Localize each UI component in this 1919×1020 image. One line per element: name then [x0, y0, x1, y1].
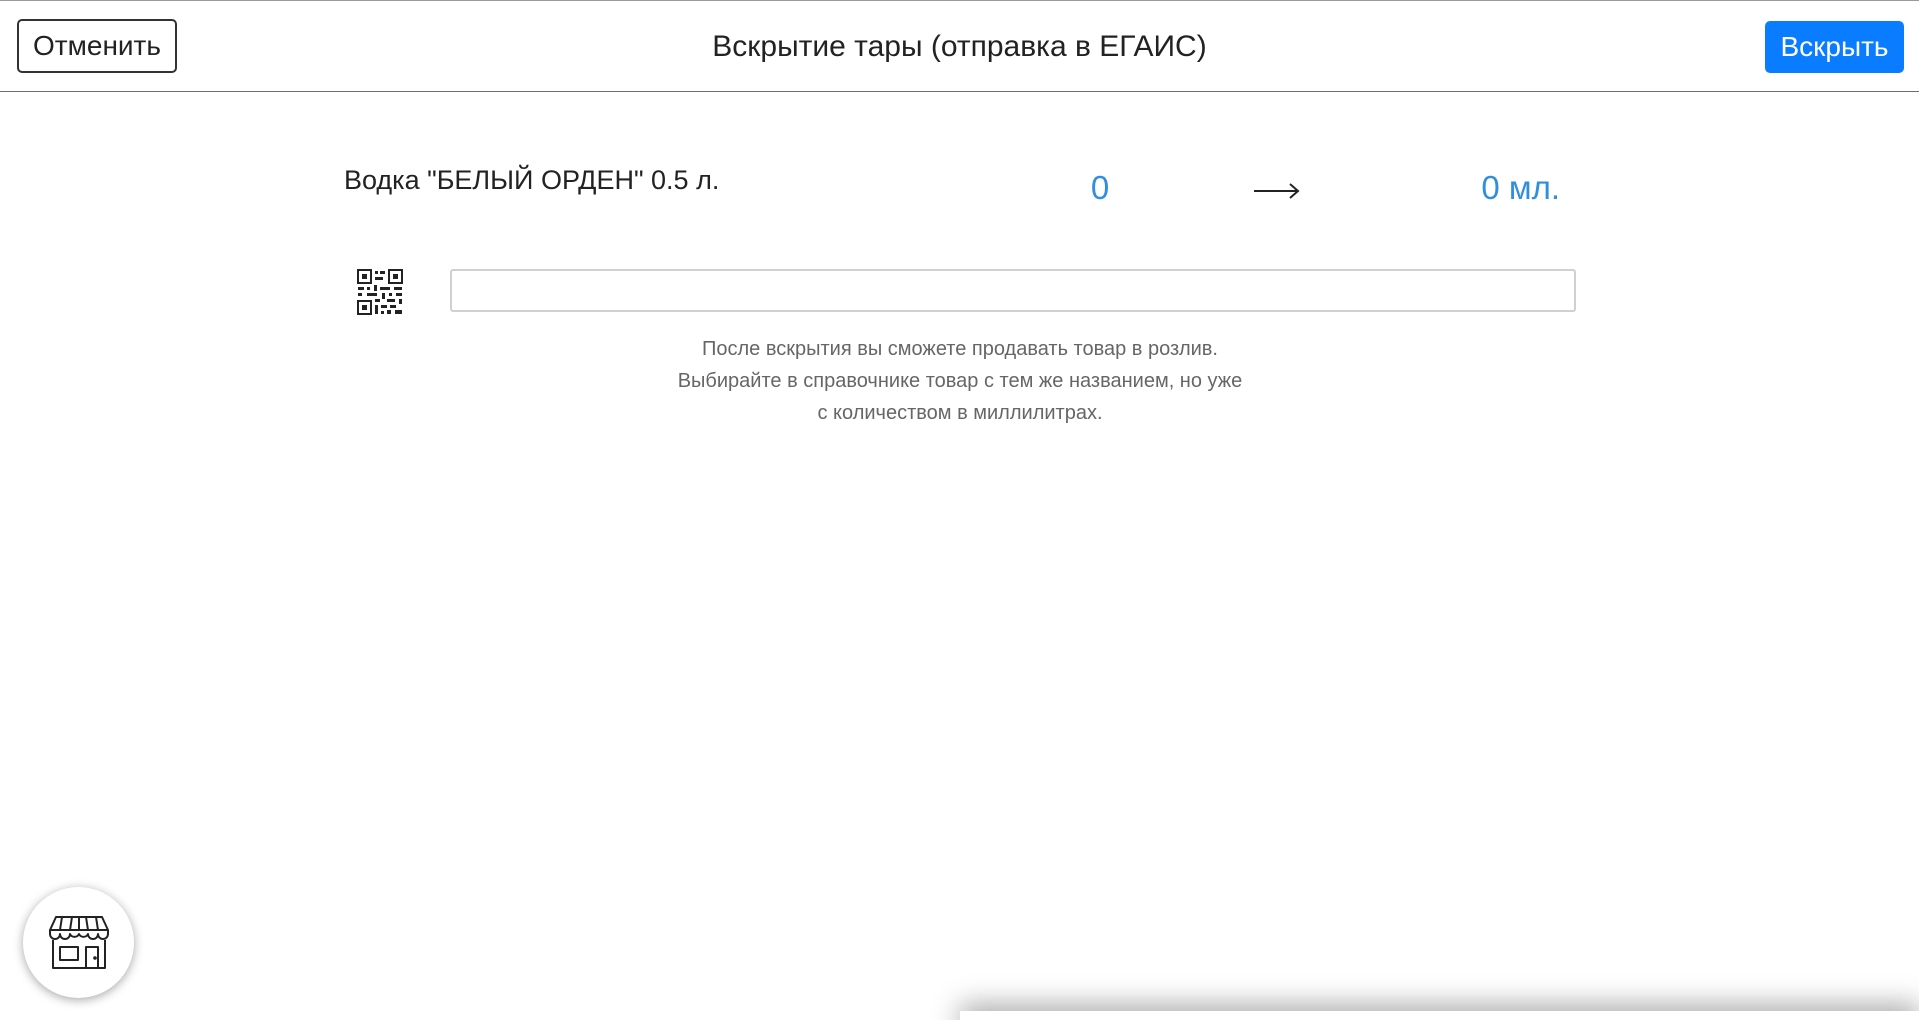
- page-title: Вскрытие тары (отправка в ЕГАИС): [712, 29, 1207, 63]
- quantity-from: 0: [1090, 169, 1110, 206]
- header: Отменить Вскрытие тары (отправка в ЕГАИС…: [0, 1, 1919, 92]
- qr-code-icon: [357, 269, 403, 315]
- product-name: Водка "БЕЛЫЙ ОРДЕН" 0.5 л.: [344, 165, 720, 195]
- cancel-button[interactable]: Отменить: [17, 19, 177, 73]
- hint-line: Выбирайте в справочнике товар с тем же н…: [677, 370, 1243, 392]
- bottom-panel-shadow: [960, 1011, 1919, 1020]
- hint-line: После вскрытия вы сможете продавать това…: [702, 338, 1218, 360]
- arrow-right-icon: [1254, 183, 1300, 199]
- hint-line: с количеством в миллилитрах.: [817, 402, 1103, 424]
- store-icon: [48, 915, 109, 969]
- info-hint: После вскрытия вы сможете продавать това…: [560, 333, 1360, 429]
- mark-scan-input[interactable]: [450, 269, 1576, 312]
- quantity-to: 0 мл.: [1481, 169, 1560, 206]
- store-button[interactable]: [23, 887, 134, 998]
- page: Отменить Вскрытие тары (отправка в ЕГАИС…: [0, 0, 1919, 1020]
- open-container-button[interactable]: Вскрыть: [1765, 21, 1904, 73]
